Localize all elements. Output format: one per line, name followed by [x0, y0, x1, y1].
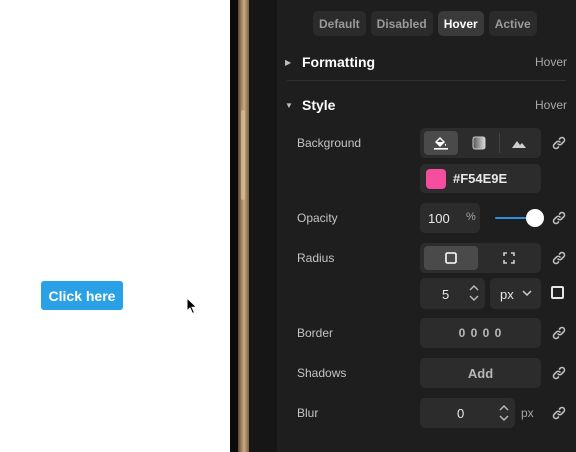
opacity-slider-thumb[interactable] [526, 209, 544, 227]
individual-corners-icon [503, 252, 515, 264]
opacity-value: 100 [428, 211, 450, 226]
blur-value-stepper[interactable]: 0 [420, 398, 515, 428]
link-icon[interactable] [551, 210, 567, 226]
collapsed-arrow-icon: ▶ [285, 57, 292, 67]
opacity-unit: % [466, 211, 476, 223]
image-mountain-icon [512, 141, 526, 148]
link-icon[interactable] [551, 405, 567, 421]
gradient-icon [472, 136, 486, 150]
color-hex-value[interactable]: #F54E9E [453, 171, 507, 186]
shadows-label: Shadows [297, 366, 347, 380]
radius-value: 5 [442, 287, 450, 302]
radius-all-corners-button[interactable] [424, 246, 478, 270]
tab-hover[interactable]: Hover [437, 11, 484, 36]
radius-value-stepper[interactable]: 5 [420, 278, 485, 309]
paint-bucket-icon [434, 137, 448, 150]
tab-disabled[interactable]: Disabled [370, 11, 433, 36]
link-icon[interactable] [551, 250, 567, 266]
blur-unit: px [521, 406, 534, 420]
opacity-label: Opacity [297, 211, 338, 225]
mouse-cursor-icon [186, 297, 198, 315]
opacity-input[interactable]: 100 % [420, 203, 480, 233]
radius-individual-corners-button[interactable] [482, 246, 536, 270]
bg-image-button[interactable] [502, 131, 536, 155]
radius-label: Radius [297, 251, 335, 265]
canvas-click-here-button[interactable]: Click here [41, 281, 123, 310]
link-icon[interactable] [551, 365, 567, 381]
tab-active[interactable]: Active [488, 11, 537, 36]
border-width-field[interactable]: 0 0 0 0 [420, 318, 541, 348]
bg-solid-fill-button[interactable] [424, 131, 458, 155]
square-corners-icon [445, 252, 457, 264]
radius-preview-square-icon [551, 286, 564, 299]
chevron-down-icon [522, 290, 532, 297]
canvas-separator [230, 0, 238, 452]
device-frame-edge [238, 0, 249, 452]
style-title: Style [302, 97, 336, 113]
link-icon[interactable] [551, 325, 567, 341]
state-tabs: Default Disabled Hover Active [313, 11, 537, 36]
radius-mode-segmented [420, 243, 541, 273]
bg-gradient-button[interactable] [462, 131, 496, 155]
tab-default[interactable]: Default [313, 11, 366, 36]
add-shadow-button[interactable]: Add [420, 358, 541, 388]
style-section-header[interactable]: ▼ Style Hover [277, 93, 576, 117]
radius-unit: px [500, 287, 514, 302]
formatting-title: Formatting [302, 54, 376, 70]
style-panel: Default Disabled Hover Active ▶ Formatti… [277, 0, 576, 452]
background-color-field[interactable]: #F54E9E [420, 164, 541, 193]
background-type-segmented [420, 128, 541, 158]
add-shadow-label: Add [467, 366, 494, 381]
stepper-arrows-icon[interactable] [468, 283, 480, 303]
background-label: Background [297, 136, 362, 150]
stepper-arrows-icon[interactable] [498, 403, 510, 423]
border-values: 0 0 0 0 [458, 326, 503, 340]
expanded-arrow-icon: ▼ [285, 100, 293, 110]
device-frame-button [241, 110, 245, 200]
formatting-section-header[interactable]: ▶ Formatting Hover [277, 50, 576, 74]
link-icon[interactable] [551, 135, 567, 151]
segment-divider [499, 133, 500, 153]
radius-unit-select[interactable]: px [490, 278, 541, 309]
section-divider [287, 80, 566, 81]
formatting-state-label: Hover [534, 55, 567, 69]
style-state-label: Hover [534, 98, 567, 112]
blur-label: Blur [297, 406, 319, 420]
design-canvas: Click here [0, 0, 230, 452]
panel-bezel [249, 0, 277, 452]
blur-value: 0 [457, 406, 465, 421]
color-swatch[interactable] [426, 168, 446, 189]
border-label: Border [297, 326, 334, 340]
